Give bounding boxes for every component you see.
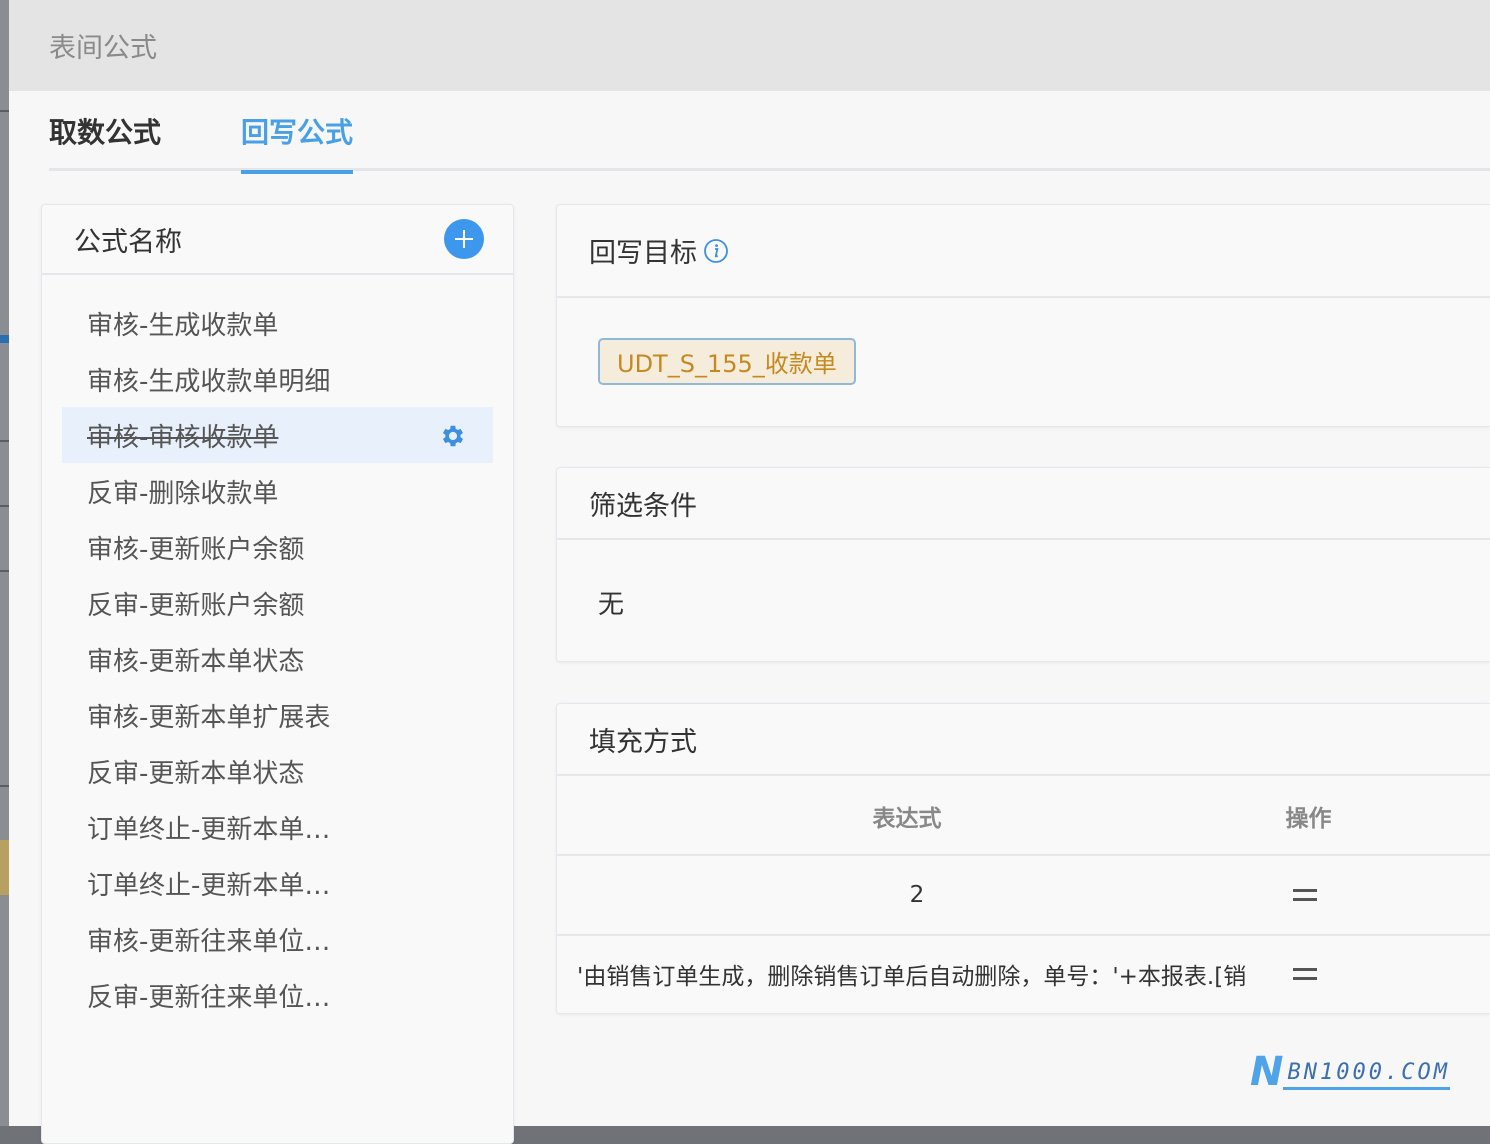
dialog-header: 表间公式: [9, 0, 1490, 91]
formula-item-label: 审核-更新账户余额: [87, 534, 305, 565]
watermark-mark: N: [1250, 1049, 1284, 1095]
drag-handle-icon[interactable]: [1292, 965, 1318, 983]
fill-method-card: 填充方式 表达式 操作 2 '由销售订单生成，删除销售订单后自动删除，单号：'+…: [556, 703, 1490, 1014]
formula-item-label: 订单终止-更新本单…: [87, 870, 331, 901]
formula-item[interactable]: 订单终止-更新本单…: [62, 799, 493, 855]
drag-handle-icon[interactable]: [1292, 886, 1318, 904]
dialog-title: 表间公式: [49, 33, 157, 64]
formula-list: 审核-生成收款单 审核-生成收款单明细 审核-审核收款单 反审-删除收款单 审核…: [42, 275, 513, 1023]
writeback-target-header: 回写目标: [557, 205, 1490, 298]
watermark-logo: N BN1000.COM: [1250, 1049, 1450, 1095]
formula-item[interactable]: 审核-更新往来单位…: [62, 911, 493, 967]
info-icon[interactable]: [703, 238, 729, 264]
tab-writeback-formula[interactable]: 回写公式: [241, 91, 354, 174]
operation-cell: [1292, 856, 1318, 934]
fill-method-title: 填充方式: [589, 726, 697, 758]
formula-item-label: 审核-更新本单扩展表: [87, 702, 331, 733]
plus-icon: [455, 230, 473, 248]
formula-item[interactable]: 反审-更新往来单位…: [62, 967, 493, 1023]
formula-item-label: 审核-审核收款单: [87, 422, 279, 453]
gear-icon[interactable]: [439, 422, 467, 450]
filter-header: 筛选条件: [557, 468, 1490, 540]
expression-cell: '由销售订单生成，删除销售订单后自动删除，单号：'+本报表.[销: [577, 964, 1247, 990]
formula-item[interactable]: 审核-生成收款单明细: [62, 351, 493, 407]
formula-list-title: 公式名称: [74, 226, 182, 258]
add-formula-button[interactable]: [444, 219, 484, 259]
watermark-text: BN1000.COM: [1283, 1059, 1450, 1090]
writeback-target-card: 回写目标 UDT_S_155_收款单: [556, 204, 1490, 427]
writeback-target-tag[interactable]: UDT_S_155_收款单: [598, 338, 856, 385]
formula-item-label: 审核-生成收款单: [87, 310, 279, 341]
filter-title: 筛选条件: [589, 490, 697, 522]
formula-item[interactable]: 反审-删除收款单: [62, 463, 493, 519]
fill-method-header: 填充方式: [557, 704, 1490, 776]
formula-item-label: 订单终止-更新本单…: [87, 814, 331, 845]
formula-item[interactable]: 反审-更新账户余额: [62, 575, 493, 631]
formula-item-label: 反审-删除收款单: [87, 478, 279, 509]
writeback-target-title: 回写目标: [589, 238, 697, 269]
formula-item-label: 审核-生成收款单明细: [87, 366, 331, 397]
table-row: '由销售订单生成，删除销售订单后自动删除，单号：'+本报表.[销: [557, 936, 1490, 1012]
formula-item-label: 审核-更新往来单位…: [87, 926, 331, 957]
fill-table-header: 表达式 操作: [557, 776, 1490, 856]
formula-item[interactable]: 审核-更新本单状态: [62, 631, 493, 687]
formula-item[interactable]: 订单终止-更新本单…: [62, 855, 493, 911]
formula-item[interactable]: 审核-更新账户余额: [62, 519, 493, 575]
formula-list-panel: 公式名称 审核-生成收款单 审核-生成收款单明细 审核-审核收款单 反审-删除收…: [41, 204, 514, 1144]
formula-item-label: 审核-更新本单状态: [87, 646, 305, 677]
formula-item-selected[interactable]: 审核-审核收款单: [62, 407, 493, 463]
formula-item-label: 反审-更新本单状态: [87, 758, 305, 789]
formula-item[interactable]: 审核-更新本单扩展表: [62, 687, 493, 743]
column-header-expression: 表达式: [872, 806, 942, 832]
formula-list-header: 公式名称: [42, 205, 513, 275]
expression-cell: 2: [909, 882, 925, 908]
tab-bar: 取数公式 回写公式: [49, 91, 1490, 174]
formula-item[interactable]: 审核-生成收款单: [62, 295, 493, 351]
formula-item-label: 反审-更新往来单位…: [87, 982, 331, 1013]
column-header-operation: 操作: [1285, 806, 1332, 832]
formula-item[interactable]: 反审-更新本单状态: [62, 743, 493, 799]
tab-fetch-formula[interactable]: 取数公式: [49, 91, 161, 171]
filter-card: 筛选条件 无: [556, 467, 1490, 662]
formula-item-label: 反审-更新账户余额: [87, 590, 305, 621]
operation-cell: [1292, 936, 1318, 1012]
filter-value: 无: [598, 590, 625, 620]
table-row: 2: [557, 856, 1490, 936]
